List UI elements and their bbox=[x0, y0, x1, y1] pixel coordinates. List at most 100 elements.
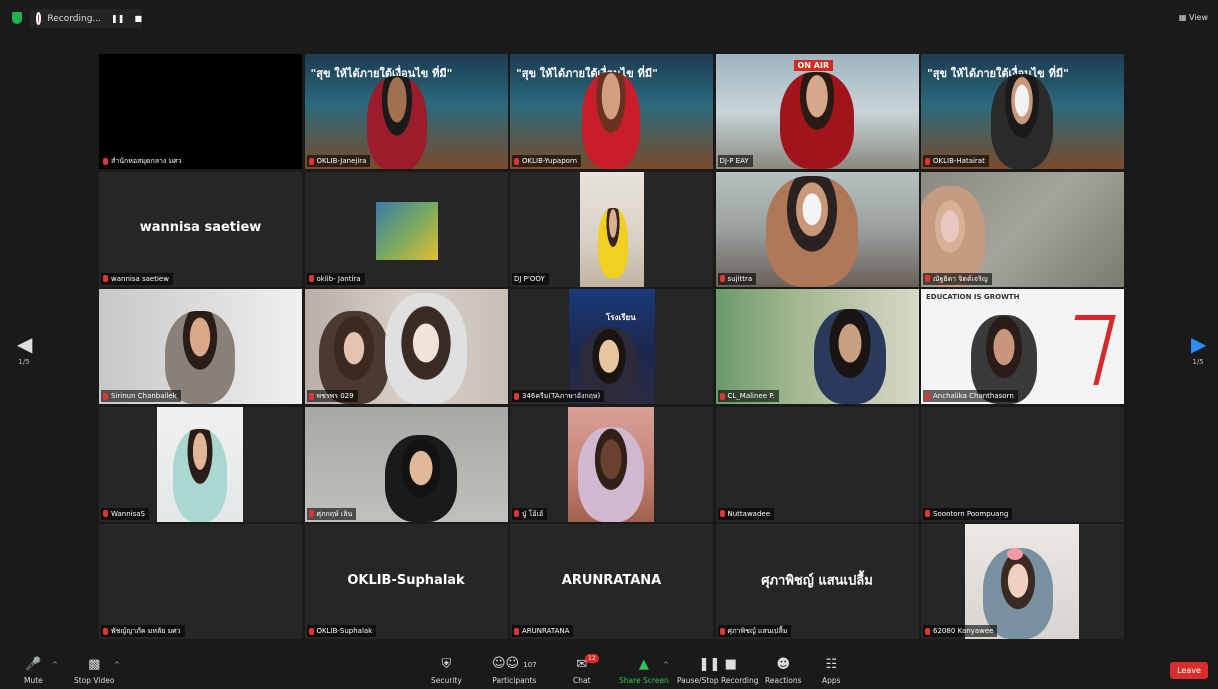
security-button[interactable]: ⛨ Security bbox=[431, 657, 462, 685]
muted-mic-icon bbox=[103, 392, 108, 400]
share-screen-label: Share Screen bbox=[619, 676, 669, 685]
person-silhouette bbox=[765, 175, 858, 287]
pause-stop-recording-button[interactable]: ❚❚ ■ Pause/Stop Recording bbox=[677, 657, 759, 685]
security-shield-icon[interactable] bbox=[12, 12, 22, 24]
participant-tile[interactable]: Sirinun Chanbailek bbox=[99, 289, 302, 404]
apps-button[interactable]: ☷ Apps bbox=[822, 657, 841, 685]
participants-button[interactable]: ☺☺ 107 Participants bbox=[492, 656, 537, 685]
chevron-up-icon[interactable]: ^ bbox=[114, 661, 120, 669]
person-silhouette bbox=[779, 72, 854, 169]
chat-button[interactable]: ✉ 12 Chat bbox=[573, 654, 599, 685]
participant-tile[interactable]: ARUNRATANA ARUNRATANA bbox=[510, 524, 713, 639]
muted-mic-icon bbox=[925, 275, 930, 282]
smiley-icon: ☻ bbox=[776, 657, 791, 672]
participant-tile[interactable]: "สุข ให้ได้ภายใต้เงื่อนไข ที่มี" OKLIB-J… bbox=[304, 54, 508, 169]
stop-video-button[interactable]: ▩ Stop Video bbox=[74, 657, 114, 685]
participant-tile[interactable]: พัชญ์ญาภัค มหลัย มศว bbox=[99, 524, 302, 639]
muted-mic-icon bbox=[308, 510, 314, 517]
participant-name-label: OKLIB-Janejira bbox=[306, 155, 371, 167]
participant-tile[interactable]: โรงเรียน 346ครีม(TAภาษาอังกฤษ) bbox=[510, 289, 713, 404]
stop-video-label: Stop Video bbox=[74, 676, 115, 685]
participant-name: WannisaS bbox=[111, 509, 145, 518]
participant-tile[interactable]: oklib- Jantira bbox=[304, 171, 508, 287]
participant-tile[interactable]: Nuttawadee bbox=[715, 406, 919, 522]
participant-name-label: DJ P'OOY bbox=[512, 272, 549, 285]
chat-unread-badge: 12 bbox=[585, 654, 599, 663]
participant-name: wannisa saetiew bbox=[111, 274, 169, 283]
muted-mic-icon bbox=[308, 392, 314, 400]
on-air-sign: ON AIR bbox=[793, 60, 834, 71]
page-indicator-right: 1/5 bbox=[1192, 358, 1204, 366]
participant-tile[interactable]: OKLIB-Suphalak OKLIB-Suphalak bbox=[304, 524, 508, 639]
participant-tile[interactable]: ศุภกฤษ์ เลิน bbox=[304, 406, 508, 522]
share-screen-button[interactable]: ▲ Share Screen bbox=[619, 657, 669, 685]
participant-tile[interactable]: WannisaS bbox=[99, 406, 302, 522]
participant-tile[interactable]: ปู่ โอ้เอ้ bbox=[510, 406, 713, 522]
participant-tile[interactable]: wannisa saetiew wannisa saetiew bbox=[99, 171, 302, 287]
muted-mic-icon bbox=[514, 392, 519, 400]
participant-name-label: oklib- Jantira bbox=[306, 272, 365, 285]
participant-tile[interactable]: EDUCATION IS GROWTH Anchalika Chanthasor… bbox=[921, 289, 1124, 404]
next-page-button[interactable]: ▶ 1/5 bbox=[1191, 334, 1206, 366]
chevron-up-icon[interactable]: ^ bbox=[52, 661, 58, 669]
participant-name: oklib- Jantira bbox=[316, 274, 361, 283]
muted-mic-icon bbox=[103, 157, 108, 165]
person-silhouette bbox=[366, 76, 427, 169]
participant-display-name: ARUNRATANA bbox=[561, 572, 662, 588]
participant-tile[interactable]: CL_Malinee P. bbox=[715, 289, 919, 404]
pause-stop-recording-label: Pause/Stop Recording bbox=[677, 676, 759, 685]
muted-mic-icon bbox=[514, 510, 519, 517]
muted-mic-icon bbox=[925, 157, 930, 165]
muted-mic-icon bbox=[514, 627, 519, 635]
participant-tile[interactable]: "สุข ให้ได้ภายใต้เงื่อนไข ที่มี" OKLIB-Y… bbox=[510, 54, 713, 169]
chevron-left-icon: ◀ bbox=[17, 332, 33, 356]
muted-mic-icon bbox=[514, 157, 519, 165]
participant-name-label: DJ-P EAY bbox=[717, 155, 753, 167]
participant-tile[interactable]: สำนักหอสมุดกลาง มศว bbox=[99, 54, 302, 169]
participant-tile[interactable]: ON AIR DJ-P EAY bbox=[715, 54, 919, 169]
participant-name-label: Anchalika Chanthasorn bbox=[923, 390, 1018, 402]
participant-tile[interactable]: sujittra bbox=[715, 171, 919, 287]
stop-recording-icon[interactable]: ■ bbox=[134, 14, 142, 23]
participant-display-name: OKLIB-Suphalak bbox=[347, 572, 465, 588]
view-label: View bbox=[1189, 13, 1208, 22]
mute-label: Mute bbox=[24, 676, 43, 685]
participant-tile[interactable]: ณัฐธิดา จิตต์เจริญ bbox=[921, 171, 1124, 287]
participant-name-label: ศุภกฤษ์ เลิน bbox=[306, 507, 357, 520]
meeting-controls-bar: 🎤 Mute ^ ▩ Stop Video ^ ⛨ Security ☺☺ 10… bbox=[0, 639, 1218, 689]
participant-name: DJ-P EAY bbox=[719, 157, 749, 165]
security-label: Security bbox=[431, 676, 462, 685]
participant-tile[interactable]: DJ P'OOY bbox=[510, 171, 713, 287]
participant-name-label: ARUNRATANA bbox=[512, 625, 574, 637]
chevron-up-icon[interactable]: ^ bbox=[663, 661, 669, 669]
previous-page-button[interactable]: ◀ 1/5 bbox=[17, 332, 33, 366]
participant-display-name: wannisa saetiew bbox=[139, 220, 262, 235]
participant-tile[interactable]: พชรพร 029 bbox=[304, 289, 508, 404]
view-button[interactable]: ▦ View bbox=[1179, 13, 1208, 22]
share-screen-icon: ▲ bbox=[638, 657, 649, 672]
participant-tile[interactable]: "สุข ให้ได้ภายใต้เงื่อนไข ที่มี" OKLIB-H… bbox=[921, 54, 1124, 169]
participant-name-label: wannisa saetiew bbox=[101, 272, 173, 285]
chat-label: Chat bbox=[573, 676, 591, 685]
camera-icon: ▩ bbox=[88, 657, 101, 672]
participant-name-label: WannisaS bbox=[101, 507, 149, 520]
participant-name-label: Nuttawadee bbox=[717, 507, 775, 520]
video-overlay-title: "สุข ให้ได้ภายใต้เงื่อนไข ที่มี" bbox=[516, 67, 658, 80]
participant-tile[interactable]: ศุภาพิชญ์ แสนเปลื้ม ศุภาพิชญ์ แสนเปลื้ม bbox=[715, 524, 919, 639]
participant-tile[interactable]: Soontorn Poompuang bbox=[921, 406, 1124, 522]
person-silhouette bbox=[173, 428, 227, 522]
reactions-button[interactable]: ☻ Reactions bbox=[765, 657, 801, 685]
participant-name-label: OKLIB-Hatairat bbox=[923, 155, 989, 167]
gallery-grid: สำนักหอสมุดกลาง มศว "สุข ให้ได้ภายใต้เงื… bbox=[99, 54, 1125, 639]
participant-name-label: สำนักหอสมุดกลาง มศว bbox=[101, 155, 186, 167]
participant-name: พัชญ์ญาภัค มหลัย มศว bbox=[111, 627, 181, 635]
person-silhouette bbox=[384, 434, 457, 522]
mute-button[interactable]: 🎤 Mute bbox=[24, 657, 43, 685]
pause-recording-icon[interactable]: ❚❚ bbox=[111, 14, 124, 23]
hat-decoration bbox=[1007, 548, 1023, 560]
participant-name-label: พชรพร 029 bbox=[306, 390, 358, 402]
microphone-icon: 🎤 bbox=[25, 657, 42, 672]
leave-button[interactable]: Leave bbox=[1170, 662, 1208, 679]
participant-name: 346ครีม(TAภาษาอังกฤษ) bbox=[522, 392, 601, 400]
participant-tile[interactable]: 62080 Kanyawee bbox=[921, 524, 1124, 639]
